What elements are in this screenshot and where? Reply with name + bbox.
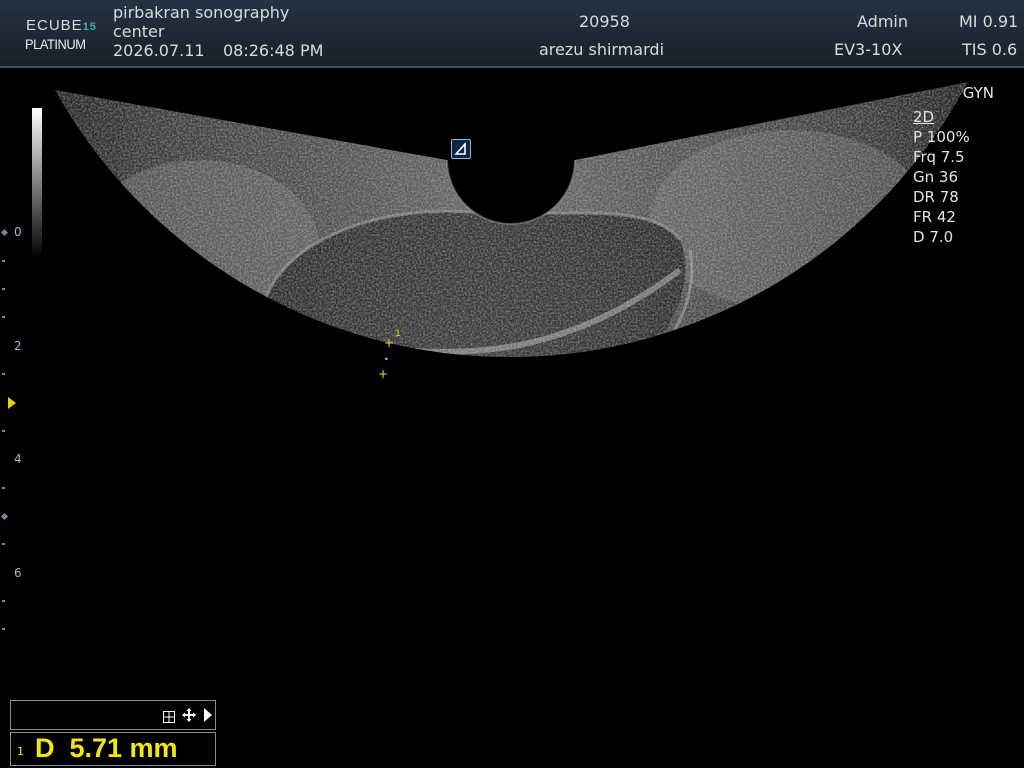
depth-label-0: 0 <box>14 225 22 239</box>
measurement-toolbar <box>10 700 216 730</box>
imaging-mode: 2D <box>913 108 935 126</box>
operator-name: Admin <box>857 12 908 31</box>
param-frame-rate: FR 42 <box>913 208 956 226</box>
param-gain: Gn 36 <box>913 168 958 186</box>
depth-tick <box>2 600 5 602</box>
info-header: ECUBE15 PLATINUM pirbakran sonography ce… <box>0 0 1024 68</box>
depth-tick <box>2 628 5 630</box>
patient-name: arezu shirmardi <box>539 40 665 59</box>
depth-tick <box>2 373 5 375</box>
caliper-end-marker[interactable]: + <box>378 368 388 380</box>
param-dynamic-range: DR 78 <box>913 188 959 206</box>
exam-preset: GYN <box>962 84 994 102</box>
logo-edition-text: PLATINUM <box>25 36 86 52</box>
caliper-label: 1 <box>395 329 401 339</box>
institution-name-line1: pirbakran sonography <box>113 3 290 22</box>
caliper-midpoint-dot: • <box>384 355 389 364</box>
depth-tick <box>2 430 5 432</box>
depth-tick <box>2 288 5 290</box>
depth-tick <box>2 543 5 545</box>
param-depth: D 7.0 <box>913 228 954 246</box>
play-arrow-icon[interactable] <box>203 707 213 722</box>
move-icon[interactable] <box>182 707 196 722</box>
mechanical-index: MI 0.91 <box>959 12 1019 31</box>
param-power: P 100% <box>913 128 970 146</box>
logo-model-text: 15 <box>82 21 97 33</box>
depth-label-6: 6 <box>14 566 22 580</box>
probe-name: EV3-10X <box>834 40 903 59</box>
orientation-marker-icon <box>451 139 471 159</box>
institution-name-line2: center <box>113 22 165 41</box>
grayscale-bar <box>32 108 42 258</box>
thermal-index: TIS 0.6 <box>962 40 1018 59</box>
depth-tick <box>2 487 5 489</box>
focus-marker-icon[interactable] <box>8 397 16 409</box>
depth-label-2: 2 <box>14 339 22 353</box>
logo-brand-text: ECUBE <box>26 17 83 34</box>
exam-time: 08:26:48 PM <box>223 41 324 60</box>
ultrasound-image[interactable] <box>0 70 1024 690</box>
patient-id: 20958 <box>579 12 630 31</box>
depth-label-4: 4 <box>14 452 22 466</box>
exam-date: 2026.07.11 <box>113 41 205 60</box>
measurement-index: 1 <box>17 745 24 758</box>
depth-tick <box>2 316 5 318</box>
sector-scan <box>55 82 968 358</box>
caliper-start-marker[interactable]: + <box>384 337 394 349</box>
measurement-result[interactable]: 1 D 5.71 mm <box>10 732 216 766</box>
depth-tick <box>2 260 5 262</box>
param-frequency: Frq 7.5 <box>913 148 965 166</box>
grid-icon[interactable] <box>163 708 175 723</box>
brand-logo: ECUBE15 <box>26 17 97 34</box>
ultrasound-screen: ECUBE15 PLATINUM pirbakran sonography ce… <box>0 0 1024 768</box>
measurement-value: D 5.71 mm <box>35 733 178 763</box>
imaging-parameters: 2D P 100% Frq 7.5 Gn 36 DR 78 FR 42 D 7.… <box>913 107 970 247</box>
